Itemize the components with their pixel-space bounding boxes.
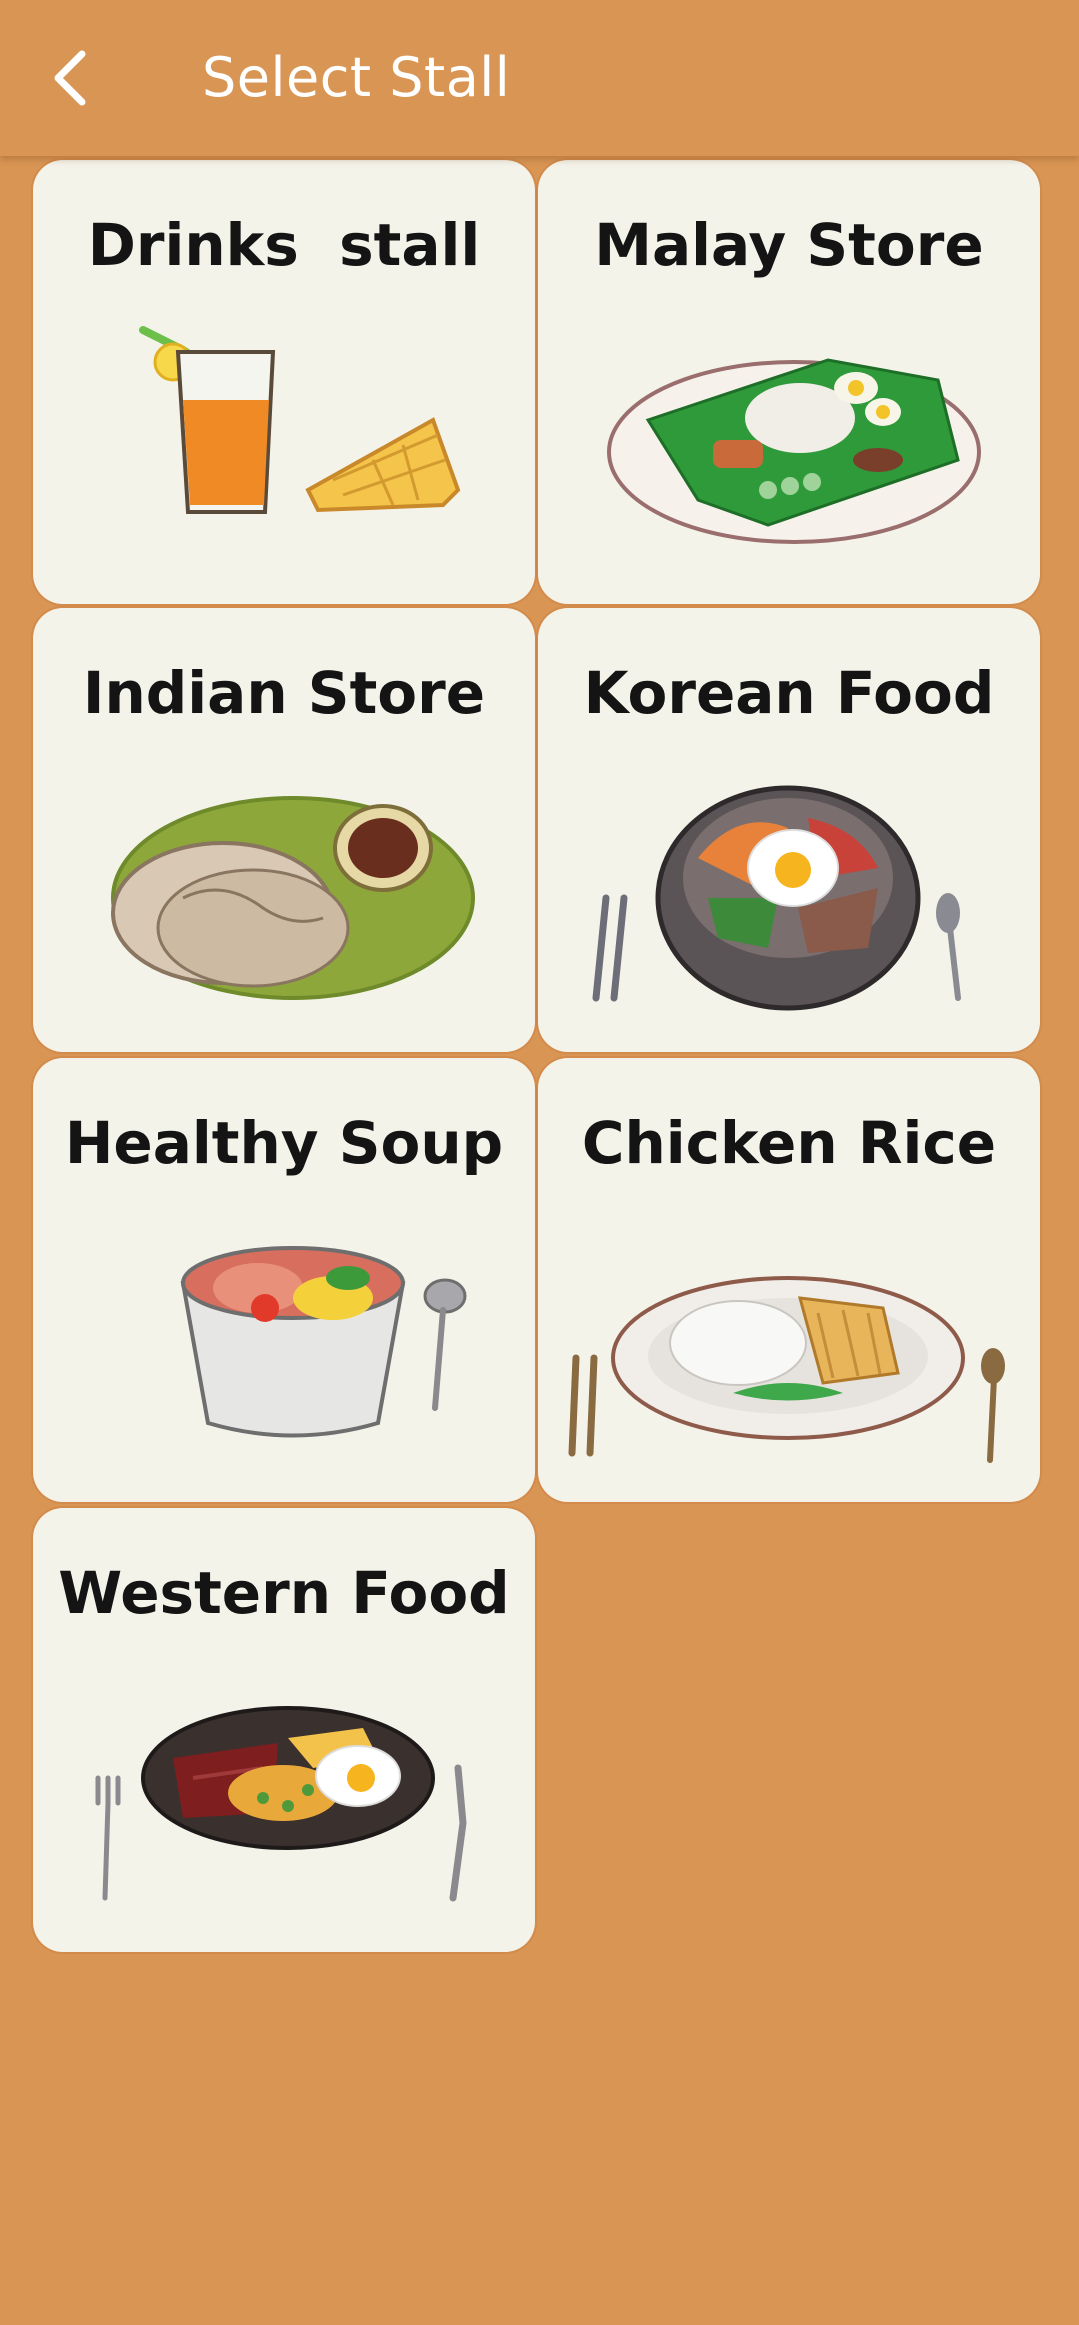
- nasi-lemak-illustration: [607, 358, 981, 544]
- stall-label: Indian Store: [82, 659, 486, 727]
- stall-card-chicken-rice[interactable]: Chicken Rice: [538, 1058, 1040, 1502]
- chevron-left-icon: [54, 50, 86, 106]
- stall-label: Drinks stall: [87, 211, 481, 279]
- app-bar: Select Stall: [0, 0, 1079, 156]
- drink-and-waffle-illustration: [139, 326, 461, 514]
- back-button[interactable]: [30, 38, 110, 118]
- stall-label: Chicken Rice: [581, 1109, 997, 1177]
- stall-label: Korean Food: [583, 659, 995, 727]
- page-title: Select Stall: [202, 46, 511, 109]
- stall-label: Healthy Soup: [64, 1109, 504, 1177]
- stall-card-healthy-soup[interactable]: Healthy Soup: [33, 1058, 535, 1502]
- bibimbap-illustration: [592, 785, 961, 1011]
- stall-card-indian[interactable]: Indian Store: [33, 608, 535, 1052]
- prata-and-curry-illustration: [111, 796, 475, 1000]
- soup-bowl-illustration: [180, 1246, 467, 1438]
- stall-label: Malay Store: [594, 211, 984, 279]
- stall-card-korean[interactable]: Korean Food: [538, 608, 1040, 1052]
- steak-plate-illustration: [95, 1706, 467, 1902]
- stall-card-drinks[interactable]: Drinks stall: [33, 160, 535, 604]
- stall-grid: Drinks stall Malay Store Indian Store Ko…: [0, 0, 1079, 2325]
- stall-label: Western Food: [58, 1559, 510, 1627]
- stall-card-malay[interactable]: Malay Store: [538, 160, 1040, 604]
- stall-card-western[interactable]: Western Food: [33, 1508, 535, 1952]
- chicken-rice-illustration: [568, 1276, 1005, 1463]
